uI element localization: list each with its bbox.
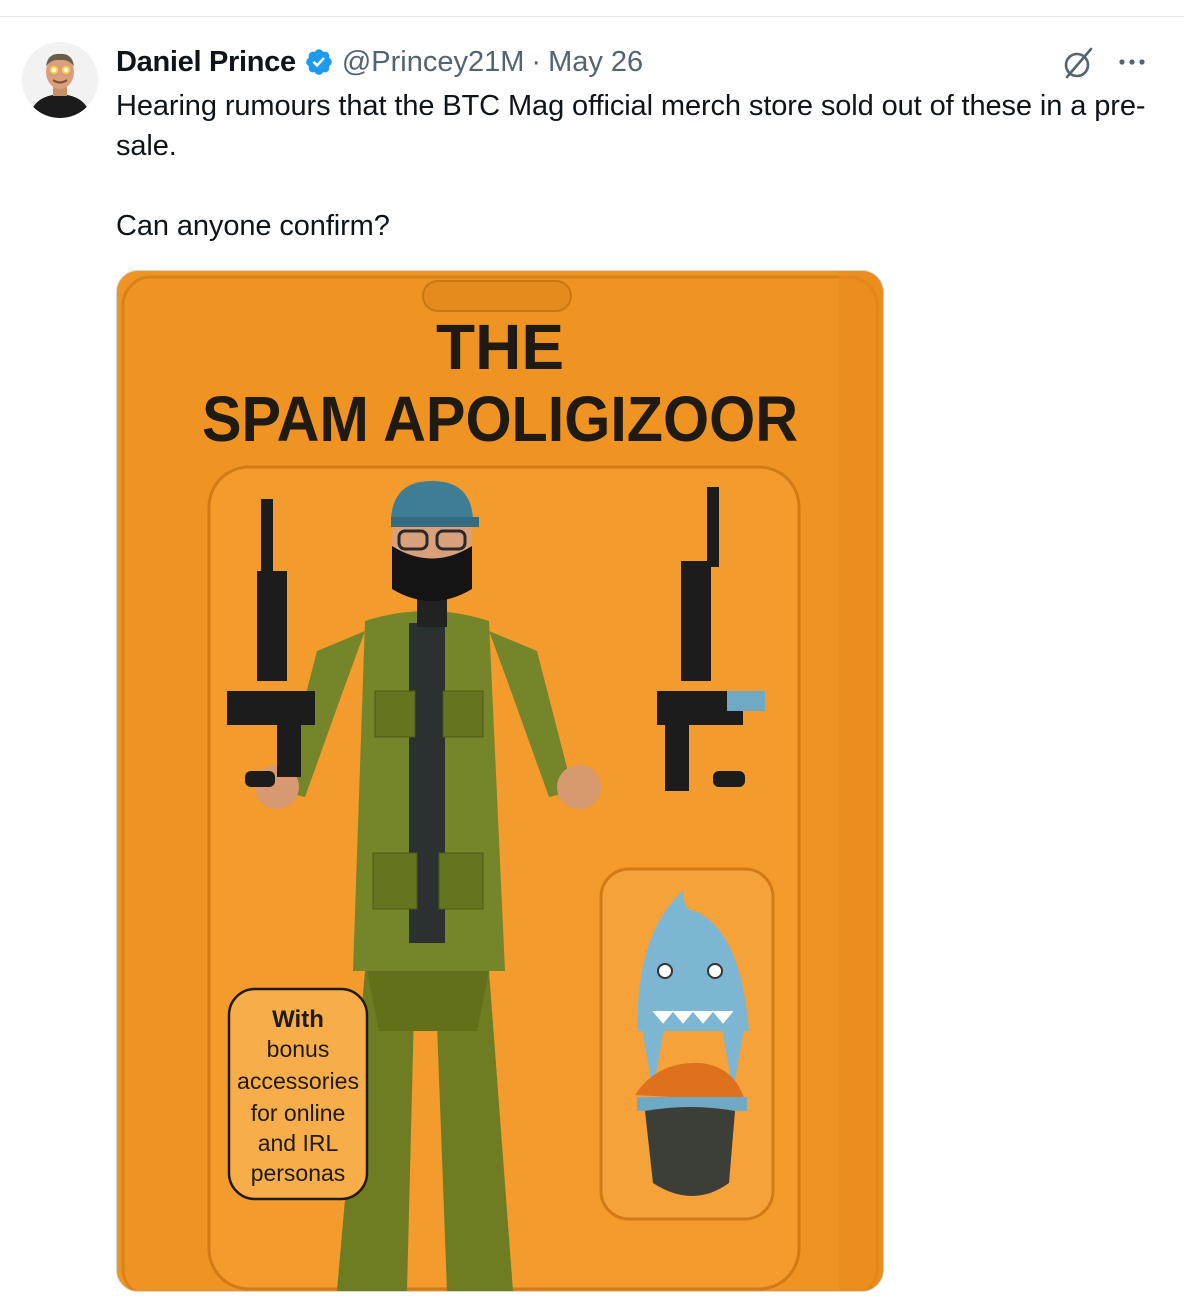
grok-icon[interactable] [1060, 44, 1098, 82]
tweet-text-line: Can anyone confirm? [116, 210, 390, 242]
meta-separator: · [531, 45, 542, 78]
callout-line: personas [251, 1160, 346, 1186]
avatar[interactable] [22, 42, 98, 118]
tweet-text-line: Hearing rumours that the BTC Mag officia… [116, 90, 1146, 162]
package-title-line2: SPAM APOLIGIZOOR [202, 383, 798, 455]
callout-line: bonus [267, 1036, 330, 1062]
bonus-accessories-callout: With bonus accessories for online and IR… [227, 987, 369, 1201]
avatar-image [22, 42, 98, 118]
tweet-date[interactable]: May 26 [548, 46, 643, 79]
callout-line: accessories [237, 1068, 359, 1094]
action-figure-package: THE SPAM APOLIGIZOOR With bonus accessor… [117, 271, 883, 1291]
author-name[interactable]: Daniel Prince [116, 46, 296, 79]
tweet-header: Daniel Prince @Princey21M · May 26 [116, 42, 643, 82]
tweet-text: Hearing rumours that the BTC Mag officia… [116, 86, 1156, 246]
hang-tab [422, 280, 572, 312]
callout-line: for online [251, 1100, 346, 1126]
verified-badge-icon[interactable] [304, 47, 334, 77]
callout-line: With [272, 1006, 324, 1033]
callout-line: and IRL [258, 1130, 339, 1156]
package-title-line1: THE [436, 311, 564, 383]
author-handle[interactable]: @Princey21M [342, 46, 525, 79]
tweet-media-image[interactable]: THE SPAM APOLIGIZOOR With bonus accessor… [116, 270, 884, 1292]
more-horizontal-icon[interactable] [1112, 46, 1152, 78]
top-divider [0, 16, 1184, 17]
